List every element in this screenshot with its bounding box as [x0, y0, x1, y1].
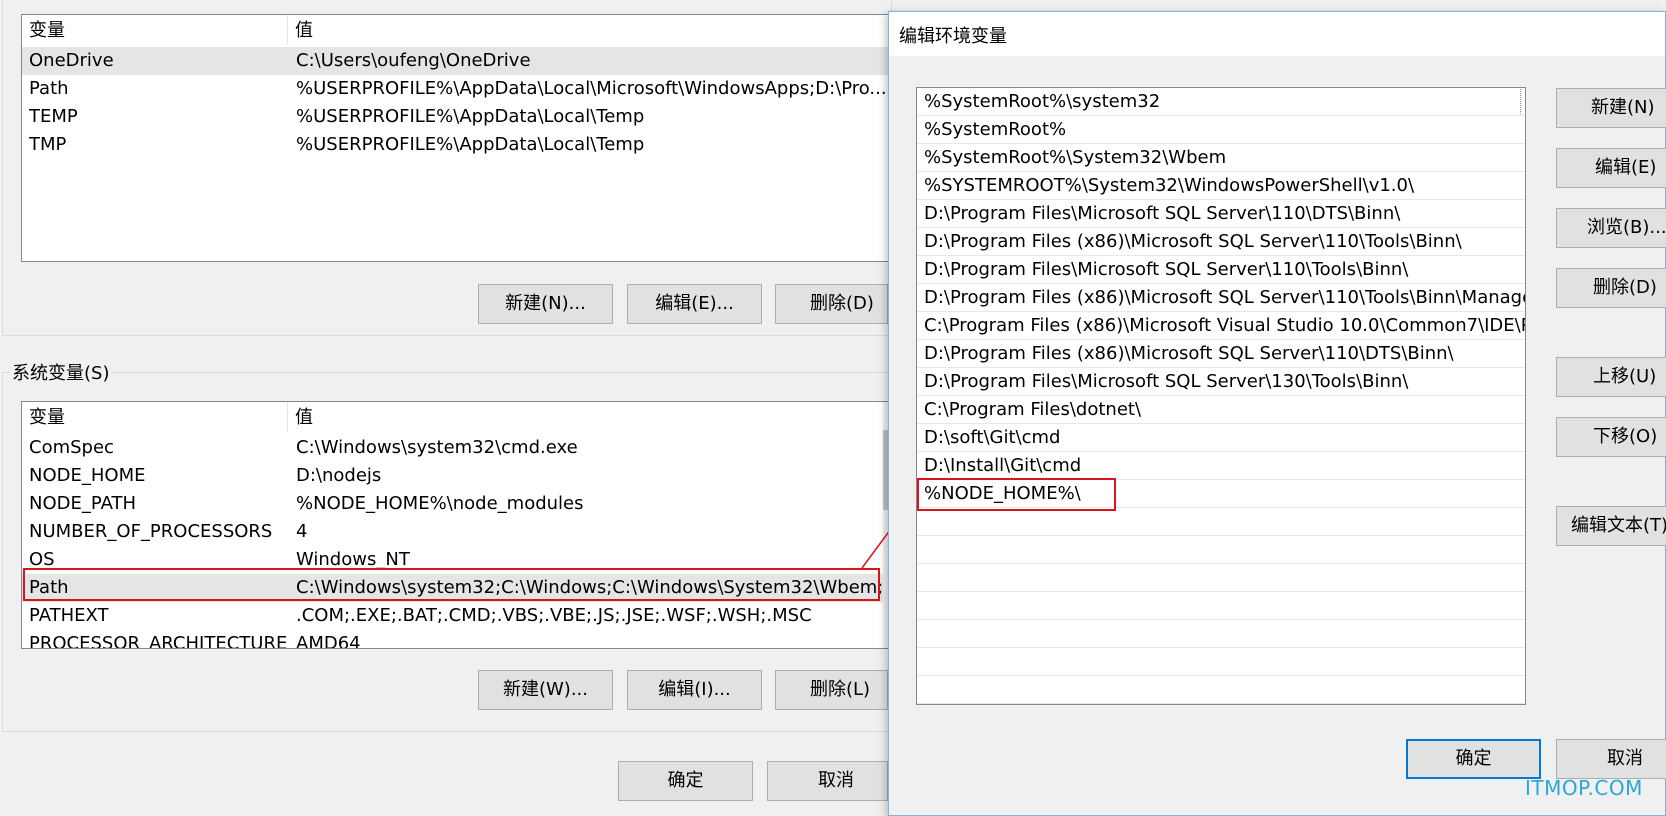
user-variables-list[interactable]: 变量 值 OneDrive C:\Users\oufeng\OneDrive P…	[21, 14, 891, 262]
system-delete-button[interactable]: 删除(L)	[775, 670, 888, 710]
table-row[interactable]: OS Windows_NT	[22, 546, 890, 574]
variable-value: %USERPROFILE%\AppData\Local\Temp	[296, 134, 645, 155]
variable-name: NUMBER_OF_PROCESSORS	[29, 521, 273, 542]
cancel-button[interactable]: 取消	[767, 761, 888, 801]
edit-text-button[interactable]: 编辑文本(T)	[1556, 506, 1666, 546]
list-item[interactable]: %NODE_HOME%\	[917, 480, 1525, 508]
system-new-button[interactable]: 新建(W)...	[478, 670, 613, 710]
list-item[interactable]: C:\Program Files (x86)\Microsoft Visual …	[917, 312, 1525, 340]
system-variables-label: 系统变量(S)	[10, 363, 112, 385]
empty-list-row[interactable]	[917, 508, 1525, 536]
user-new-button[interactable]: 新建(N)...	[478, 284, 613, 324]
list-item[interactable]: %SystemRoot%\system32	[917, 88, 1525, 116]
header-value[interactable]: 值	[288, 15, 890, 45]
table-row[interactable]: NODE_PATH %NODE_HOME%\node_modules	[22, 490, 890, 518]
system-variables-list[interactable]: 变量 值 ComSpec C:\Windows\system32\cmd.exe…	[21, 401, 891, 649]
edit-entry-button[interactable]: 编辑(E)	[1556, 148, 1666, 188]
variable-value: D:\nodejs	[296, 465, 382, 486]
list-item[interactable]: D:\Program Files (x86)\Microsoft SQL Ser…	[917, 340, 1525, 368]
empty-list-row[interactable]	[917, 592, 1525, 620]
empty-list-row[interactable]	[917, 620, 1525, 648]
list-item[interactable]: D:\Program Files\Microsoft SQL Server\13…	[917, 368, 1525, 396]
dialog-ok-button[interactable]: 确定	[1406, 739, 1541, 779]
variable-value: Windows_NT	[296, 549, 410, 570]
variable-name: TEMP	[29, 106, 78, 127]
variable-value: AMD64	[296, 633, 361, 649]
user-edit-button[interactable]: 编辑(E)...	[627, 284, 762, 324]
variable-name: TMP	[29, 134, 67, 155]
variable-value: C:\Windows\system32;C:\Windows;C:\Window…	[296, 577, 891, 598]
variable-value: C:\Windows\system32\cmd.exe	[296, 437, 578, 458]
list-item[interactable]: D:\Install\Git\cmd	[917, 452, 1525, 480]
list-item[interactable]: D:\soft\Git\cmd	[917, 424, 1525, 452]
list-item[interactable]: %SystemRoot%	[917, 116, 1525, 144]
table-row[interactable]: TMP %USERPROFILE%\AppData\Local\Temp	[22, 131, 890, 159]
table-row[interactable]: NODE_HOME D:\nodejs	[22, 462, 890, 490]
table-row[interactable]: NUMBER_OF_PROCESSORS 4	[22, 518, 890, 546]
empty-list-row[interactable]	[917, 536, 1525, 564]
empty-list-row[interactable]	[917, 648, 1525, 676]
list-header: 变量 值	[22, 402, 890, 432]
table-row[interactable]: OneDrive C:\Users\oufeng\OneDrive	[22, 47, 890, 75]
move-up-button[interactable]: 上移(U)	[1556, 357, 1666, 397]
variable-value: %USERPROFILE%\AppData\Local\Temp	[296, 106, 645, 127]
user-delete-button[interactable]: 删除(D)	[775, 284, 888, 324]
path-entries-list[interactable]: %SystemRoot%\system32 %SystemRoot% %Syst…	[916, 87, 1526, 705]
new-entry-button[interactable]: 新建(N)	[1556, 88, 1666, 128]
system-edit-button[interactable]: 编辑(I)...	[627, 670, 762, 710]
empty-list-row[interactable]	[917, 676, 1525, 704]
empty-list-row[interactable]	[917, 564, 1525, 592]
table-row[interactable]: Path %USERPROFILE%\AppData\Local\Microso…	[22, 75, 890, 103]
list-header: 变量 值	[22, 15, 890, 45]
edit-env-variable-dialog: 编辑环境变量 %SystemRoot%\system32 %SystemRoot…	[888, 11, 1666, 816]
variable-value: C:\Users\oufeng\OneDrive	[296, 50, 531, 71]
variable-value: .COM;.EXE;.BAT;.CMD;.VBS;.VBE;.JS;.JSE;.…	[296, 605, 812, 626]
list-item[interactable]: D:\Program Files (x86)\Microsoft SQL Ser…	[917, 228, 1525, 256]
table-row[interactable]: ComSpec C:\Windows\system32\cmd.exe	[22, 434, 890, 462]
list-item[interactable]: %SYSTEMROOT%\System32\WindowsPowerShell\…	[917, 172, 1525, 200]
move-down-button[interactable]: 下移(O)	[1556, 417, 1666, 457]
variable-name: OS	[29, 549, 55, 570]
browse-button[interactable]: 浏览(B)...	[1556, 208, 1666, 248]
header-value[interactable]: 值	[288, 402, 890, 432]
variable-name: Path	[29, 78, 69, 99]
variable-name: NODE_PATH	[29, 493, 137, 514]
delete-entry-button[interactable]: 删除(D)	[1556, 268, 1666, 308]
header-variable[interactable]: 变量	[22, 15, 288, 45]
watermark: ITMOP.COM	[1525, 776, 1643, 800]
list-item[interactable]: %SystemRoot%\System32\Wbem	[917, 144, 1525, 172]
table-row[interactable]: PATHEXT .COM;.EXE;.BAT;.CMD;.VBS;.VBE;.J…	[22, 602, 890, 630]
table-row[interactable]: PROCESSOR_ARCHITECTURE AMD64	[22, 630, 890, 649]
variable-name: PATHEXT	[29, 605, 109, 626]
list-item[interactable]: D:\Program Files (x86)\Microsoft SQL Ser…	[917, 284, 1525, 312]
list-item[interactable]: D:\Program Files\Microsoft SQL Server\11…	[917, 200, 1525, 228]
variable-value: %NODE_HOME%\node_modules	[296, 493, 584, 514]
dialog-titlebar[interactable]: 编辑环境变量	[889, 12, 1665, 56]
variable-value: 4	[296, 521, 308, 542]
variable-name: ComSpec	[29, 437, 114, 458]
header-variable[interactable]: 变量	[22, 402, 288, 432]
environment-variables-window: 变量 值 OneDrive C:\Users\oufeng\OneDrive P…	[0, 0, 900, 816]
variable-name: PROCESSOR_ARCHITECTURE	[29, 633, 287, 649]
variable-name: NODE_HOME	[29, 465, 146, 486]
variable-name: Path	[29, 577, 69, 598]
table-row[interactable]: Path C:\Windows\system32;C:\Windows;C:\W…	[22, 574, 890, 602]
variable-name: OneDrive	[29, 50, 114, 71]
variable-value: %USERPROFILE%\AppData\Local\Microsoft\Wi…	[296, 78, 887, 99]
list-item[interactable]: C:\Program Files\dotnet\	[917, 396, 1525, 424]
table-row[interactable]: TEMP %USERPROFILE%\AppData\Local\Temp	[22, 103, 890, 131]
ok-button[interactable]: 确定	[618, 761, 753, 801]
dialog-cancel-button[interactable]: 取消	[1556, 739, 1666, 779]
dialog-title: 编辑环境变量	[899, 26, 1007, 47]
list-item[interactable]: D:\Program Files\Microsoft SQL Server\11…	[917, 256, 1525, 284]
